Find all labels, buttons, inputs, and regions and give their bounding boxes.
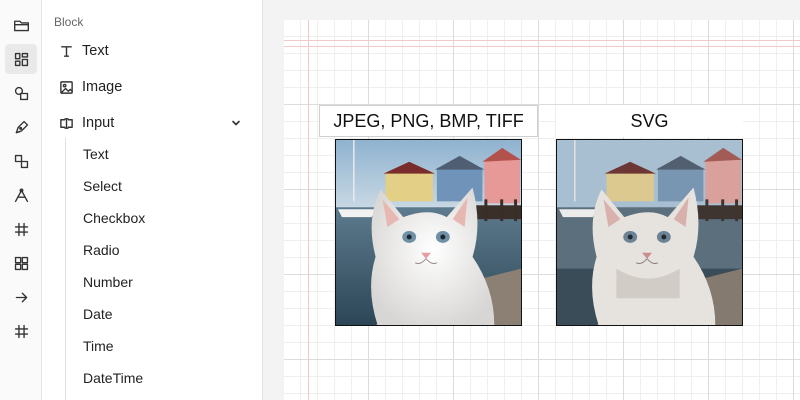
block-item-input[interactable]: Input [50,109,254,137]
vector-image[interactable] [556,139,743,326]
raster-format-label[interactable]: JPEG, PNG, BMP, TIFF [319,105,538,137]
canvas-ruler [284,0,800,20]
margin-guide [284,46,800,47]
hash-icon[interactable] [5,316,37,346]
block-item-label: Input [82,115,115,131]
sub-item-checkbox[interactable]: Checkbox [83,206,145,230]
sub-item-text[interactable]: Text [83,142,109,166]
sub-item-radio[interactable]: Radio [83,238,120,262]
pen-icon[interactable] [5,112,37,142]
path-icon[interactable] [5,180,37,210]
sub-item-date[interactable]: Date [83,302,113,326]
input-sub-list: Text Select Checkbox Radio Number Date T… [65,138,255,400]
panel-resize-handle[interactable] [262,0,284,400]
sub-item-time[interactable]: Time [83,334,114,358]
margin-guide [284,40,800,41]
block-item-text[interactable]: Text [50,37,254,65]
cat-vector-illustration [557,140,742,325]
block-item-label: Image [82,79,123,95]
sub-item-select[interactable]: Select [83,174,122,198]
text-icon [58,43,74,59]
blocks-icon[interactable] [5,44,37,74]
margin-guide [308,20,309,400]
cat-photo-illustration [336,140,521,325]
section-title: Block [54,15,84,29]
group-icon[interactable] [5,146,37,176]
input-icon [58,115,74,131]
raster-image[interactable] [335,139,522,326]
layout-icon[interactable] [5,248,37,278]
block-item-image[interactable]: Image [50,73,254,101]
shapes-icon[interactable] [5,78,37,108]
image-icon [58,79,74,95]
grid-icon[interactable] [5,214,37,244]
folder-icon[interactable] [5,10,37,40]
icon-rail [0,0,42,400]
sub-item-datetime[interactable]: DateTime [83,366,143,390]
chevron-down-icon[interactable] [230,117,242,129]
block-item-label: Text [82,43,109,59]
arrow-right-icon[interactable] [5,282,37,312]
vector-format-label[interactable]: SVG [556,105,743,137]
sub-item-number[interactable]: Number [83,270,133,294]
